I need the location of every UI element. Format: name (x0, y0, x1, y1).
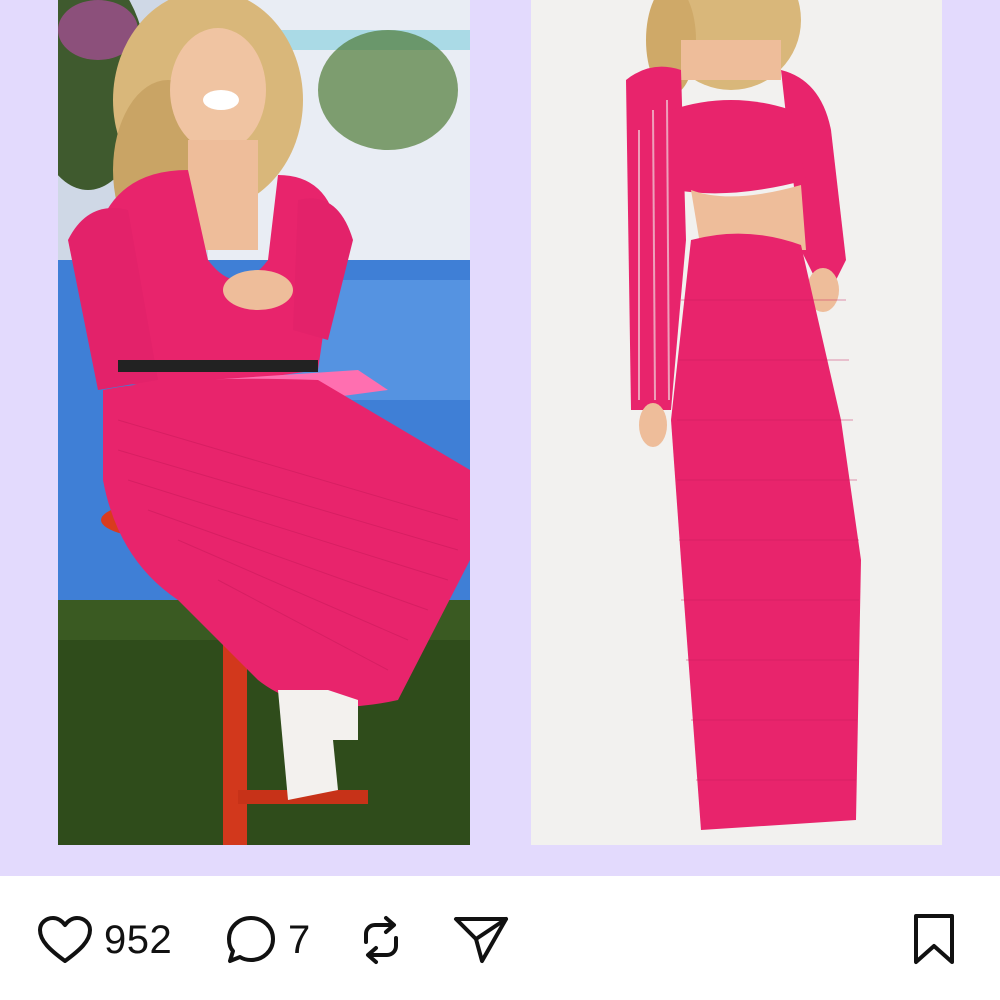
save-button[interactable] (908, 912, 960, 968)
post-action-bar: 952 7 (0, 876, 1000, 1000)
comment-count: 7 (288, 918, 311, 962)
like-count: 952 (104, 918, 173, 962)
comment-bubble-icon (227, 916, 275, 963)
heart-icon (38, 916, 92, 963)
repost-arrows-icon (364, 916, 398, 964)
bookmark-icon (914, 914, 954, 964)
seated-person-photo (58, 0, 470, 845)
paper-plane-icon (454, 917, 508, 963)
standing-model-photo (531, 0, 942, 845)
comment-button[interactable]: 7 (224, 912, 311, 968)
post-media (0, 0, 1000, 876)
like-button[interactable]: 952 (36, 912, 172, 968)
share-button[interactable] (452, 912, 510, 968)
post-photo-right[interactable] (531, 0, 942, 845)
repost-button[interactable] (356, 912, 406, 968)
post-photo-left[interactable] (58, 0, 470, 845)
